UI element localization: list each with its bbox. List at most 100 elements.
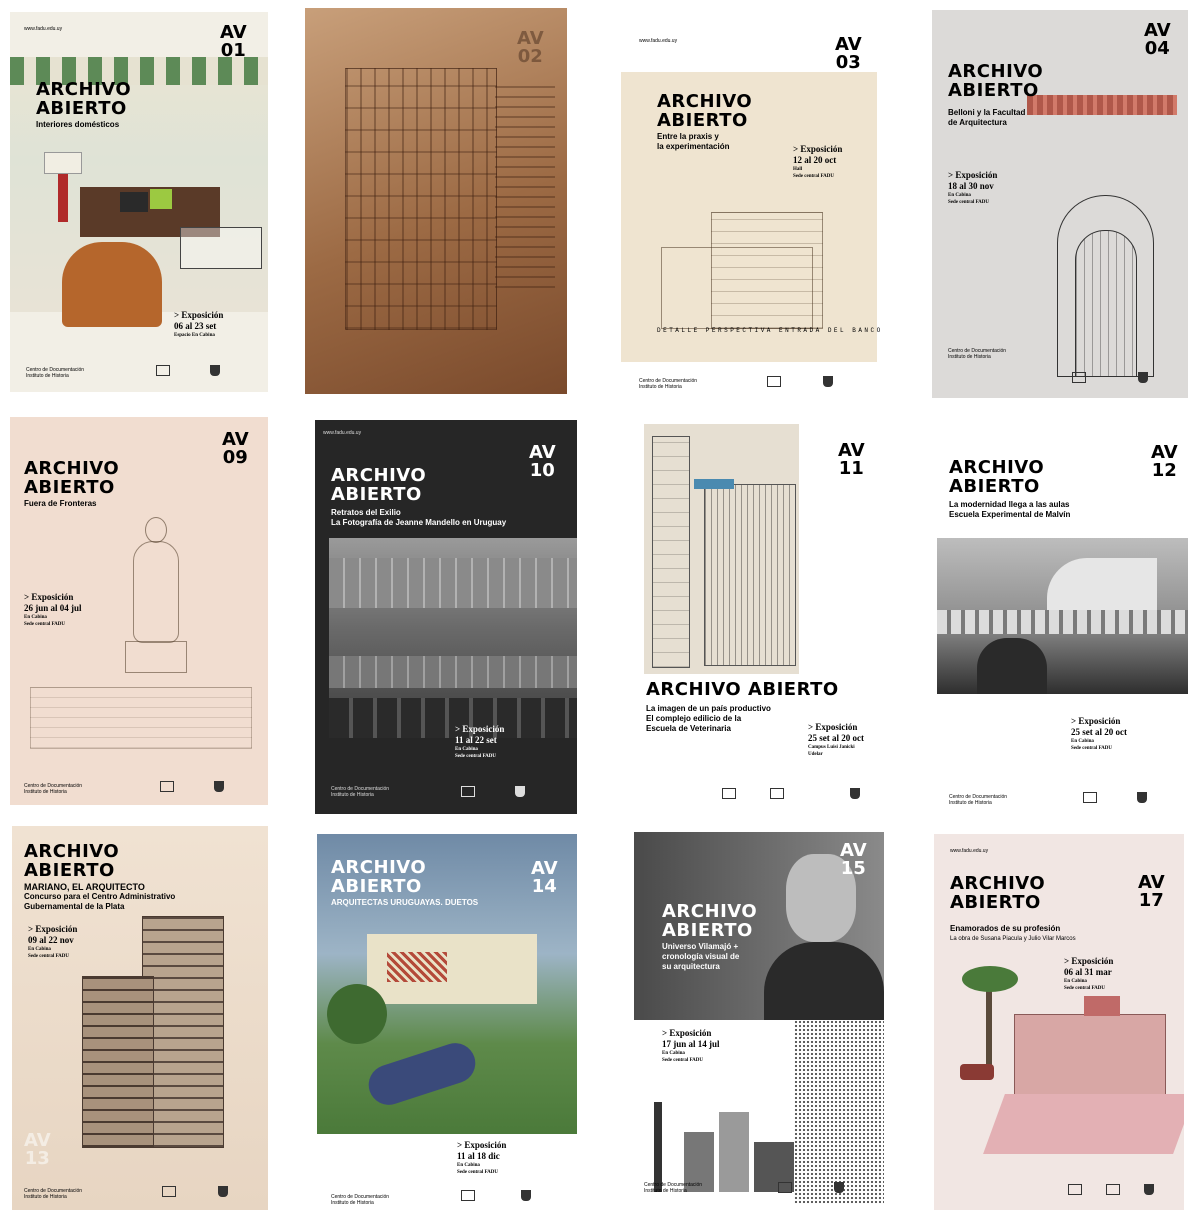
poster-number: 04 <box>1144 38 1170 59</box>
poster-number: 10 <box>529 460 555 481</box>
drawing-caption: DETALLE PERSPECTIVA ENTRADA DEL BANCO <box>657 327 883 334</box>
poster-subtitle: La modernidad llega a las aulas Escuela E… <box>949 500 1071 519</box>
poster-subtitle: Enamorados de su profesión La obra de Sus… <box>950 924 1076 942</box>
cdi-logo-icon <box>778 1182 792 1193</box>
exposition-info: > Exposición 11 al 18 dic En Cabina Sede… <box>457 1140 507 1175</box>
statue-sketch <box>125 517 187 687</box>
exposition-info: > Exposición 25 set al 20 oct En Cabina … <box>1071 716 1127 751</box>
udelar-shield-icon <box>210 365 220 376</box>
av-logo: AV 13 <box>24 1130 51 1169</box>
footer-institution: Centro de Documentación Instituto de Hist… <box>24 1188 83 1200</box>
poster-subtitle: Retratos del Exilio La Fotografía de Jean… <box>331 508 507 527</box>
av-logo: AV 04 <box>1144 20 1171 59</box>
av-logo: AV 10 <box>529 442 556 481</box>
udelar-shield-icon <box>823 376 833 387</box>
cdi-logo-icon <box>1083 792 1097 803</box>
poster-subtitle: Interiores domésticos <box>36 120 120 129</box>
poster-number: 12 <box>1151 460 1177 481</box>
poster-02[interactable]: AV 02 <box>305 8 567 394</box>
udelar-shield-icon <box>1137 792 1147 803</box>
url-text: www.fadu.edu.uy <box>950 848 989 854</box>
poster-number: 02 <box>517 46 543 67</box>
cdi-logo-icon <box>162 1186 176 1197</box>
exposition-info: > Exposición 12 al 20 oct Hall Sede cent… <box>793 144 843 179</box>
exposition-info: > Exposición 11 al 22 set En Cabina Sede… <box>455 724 505 759</box>
footer-institution: Centro de Documentación Instituto de Hist… <box>331 1194 390 1206</box>
cdi-logo-icon <box>1072 372 1086 383</box>
poster-14[interactable]: ARCHIVO ABIERTO ARQUITECTAS URUGUAYAS. DU… <box>317 834 577 1210</box>
footer-institution: Centro de Documentación Instituto de Hist… <box>948 348 1007 360</box>
footer-institution: Centro de Documentación Instituto de Hist… <box>26 367 85 379</box>
poster-number: 14 <box>531 876 557 897</box>
exposition-info: > Exposición 17 jun al 14 jul En Cabina … <box>662 1028 720 1063</box>
udelar-shield-icon <box>521 1190 531 1201</box>
poster-subtitle: ARQUITECTAS URUGUAYAS. DUETOS <box>331 898 479 907</box>
poster-number: 13 <box>24 1148 50 1169</box>
footer-institution: Centro de Documentación Instituto de Hist… <box>24 783 83 795</box>
tower-sketch <box>495 78 555 288</box>
cdi-logo-icon <box>767 376 781 387</box>
exposition-info: > Exposición 18 al 30 nov En Cabina Sede… <box>948 170 998 205</box>
udelar-shield-icon <box>1144 1184 1154 1195</box>
av-logo: AV 02 <box>517 28 544 67</box>
exposition-info: > Exposición 06 al 31 mar En Cabina Sede… <box>1064 956 1114 991</box>
exposition-info: > Exposición 09 al 22 nov En Cabina Sede… <box>28 924 78 959</box>
poster-number: 17 <box>1138 890 1164 911</box>
school-photo <box>937 538 1188 694</box>
poster-title: ARCHIVO ABIERTO <box>24 458 120 498</box>
poster-title: ARCHIVO ABIERTO <box>36 79 132 119</box>
udelar-shield-icon <box>515 786 525 797</box>
av-logo: AV 14 <box>531 858 558 897</box>
footer-institution: Centro de Documentación Instituto de Hist… <box>331 786 390 798</box>
poster-15[interactable]: AV 15 ARCHIVO ABIERTO Universo Vilamajó + c… <box>634 832 884 1204</box>
poster-subtitle: Entre la praxis y la experimentación <box>657 132 730 151</box>
poster-10[interactable]: www.fadu.edu.uy AV 10 ARCHIVO ABIERTO Retr… <box>315 420 577 814</box>
poster-subtitle: La imagen de un país productivo El comple… <box>646 704 771 733</box>
poster-title: ARCHIVO ABIERTO <box>331 465 427 505</box>
poster-title: ARCHIVO ABIERTO <box>657 91 753 131</box>
poster-11[interactable]: AV 11 ARCHIVO ABIERTO La imagen de un paí… <box>630 416 885 808</box>
office-building-sketch <box>72 916 224 1148</box>
udelar-shield-icon <box>218 1186 228 1197</box>
concrete-building-photo <box>329 538 577 738</box>
footer-institution: Centro de Documentación Instituto de Hist… <box>644 1182 703 1194</box>
poster-subtitle: Fuera de Fronteras <box>24 499 97 508</box>
poster-title: ARCHIVO ABIERTO <box>331 857 427 897</box>
poster-subtitle: Belloni y la Facultad de Arquitectura <box>948 108 1026 127</box>
udelar-shield-icon <box>850 788 860 799</box>
poster-09[interactable]: AV 09 ARCHIVO ABIERTO Fuera de Fronteras >… <box>10 417 268 805</box>
av-logo: AV 03 <box>835 34 862 73</box>
udelar-shield-icon <box>834 1182 844 1193</box>
poster-title: ARCHIVO ABIERTO <box>949 457 1045 497</box>
poster-title: ARCHIVO ABIERTO <box>950 873 1046 913</box>
fvet-logo-icon <box>770 788 784 799</box>
poster-title: ARCHIVO ABIERTO <box>662 901 758 941</box>
poster-03[interactable]: www.fadu.edu.uy AV 03 ARCHIVO ABIERTO Entr… <box>617 14 885 404</box>
av-logo: AV 17 <box>1138 872 1165 911</box>
poster-subtitle: MARIANO, EL ARQUITECTO Concurso para el C… <box>24 882 176 911</box>
pedestal-sketch <box>30 687 252 749</box>
cdi-logo-icon <box>722 788 736 799</box>
poster-04[interactable]: AV 04 ARCHIVO ABIERTO Belloni y la Faculta… <box>932 10 1188 398</box>
poster-number: 15 <box>840 858 866 879</box>
poster-13[interactable]: ARCHIVO ABIERTO MARIANO, EL ARQUITECTO Con… <box>12 826 268 1210</box>
cdi-logo-icon <box>160 781 174 792</box>
cdi-logo-icon <box>156 365 170 376</box>
udelar-shield-icon <box>214 781 224 792</box>
exposition-info: > Exposición 26 jun al 04 jul En Cabina … <box>24 592 82 627</box>
poster-12[interactable]: AV 12 ARCHIVO ABIERTO La modernidad llega … <box>937 418 1188 814</box>
exposition-info: > Exposición 06 al 23 set Espacio En Cab… <box>174 310 224 338</box>
poster-subtitle: Universo Vilamajó + cronología visual de s… <box>662 942 740 971</box>
poster-01[interactable]: www.fadu.edu.uy AV 01 ARCHIVO ABIERTO Inte… <box>10 12 268 392</box>
av-logo: AV 01 <box>220 22 247 61</box>
url-text: www.fadu.edu.uy <box>24 26 63 32</box>
poster-number: 11 <box>838 458 864 479</box>
av-logo: AV 11 <box>838 440 865 479</box>
halftone-pattern <box>794 1020 884 1204</box>
poster-number: 09 <box>222 447 248 468</box>
udelar-shield-icon <box>1138 372 1148 383</box>
poster-17[interactable]: www.fadu.edu.uy AV 17 ARCHIVO ABIERTO Enam… <box>934 834 1184 1210</box>
poster-title: ARCHIVO ABIERTO <box>24 841 120 881</box>
poster-title: ARCHIVO ABIERTO <box>646 679 839 700</box>
gate-drawing <box>644 424 799 674</box>
